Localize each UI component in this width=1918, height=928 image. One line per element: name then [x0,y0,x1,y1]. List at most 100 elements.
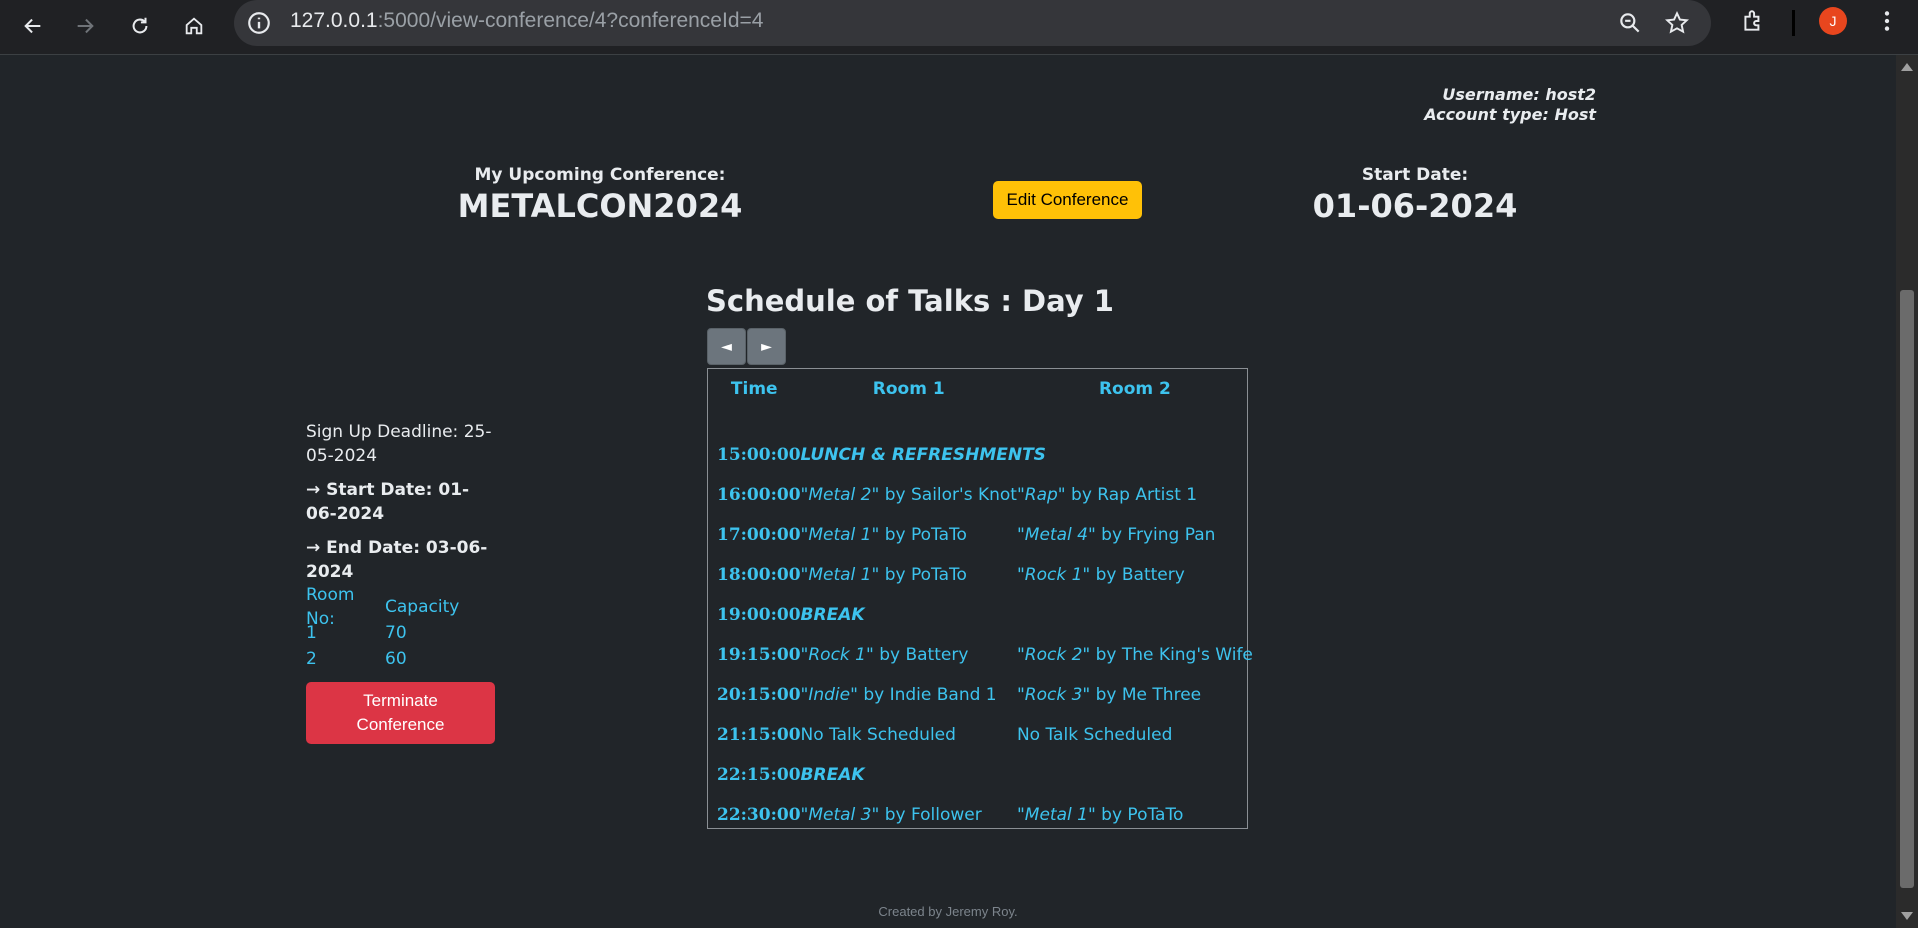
talk-title: "Rock 1" [1016,565,1091,585]
slot-time: 20:15:00 [717,685,801,705]
schedule-row: 21:15:00 No Talk Scheduled No Talk Schedul… [708,715,1253,755]
slot-time: 22:30:00 [717,805,801,825]
talk-artist: by PoTaTo [879,565,967,585]
slot-time: 22:15:00 [717,765,801,785]
header-room-1: Room 1 [872,379,945,399]
talk-title: "Indie" [800,685,858,705]
room-row: 2 60 [306,646,496,672]
browser-toolbar: 127.0.0.1:5000/view-conference/4?confere… [0,0,1918,55]
schedule-table: Time Room 1 Room 2 15:00:00 LUNCH & REFRE… [707,368,1253,829]
schedule-row: 22:15:00 BREAK [708,755,1253,795]
talk-artist: by Battery [873,645,969,665]
talk-room-1: "Metal 1" by PoTaTo [801,555,1017,595]
talk-artist: by PoTaTo [879,525,967,545]
talk-title: "Metal 4" [1016,525,1096,545]
footer-credit: Created by Jeremy Roy. [878,904,1018,919]
profile-avatar[interactable]: J [1819,7,1847,35]
talk-room-2: "Metal 1" by PoTaTo [1017,795,1253,835]
talk-title: "Metal 2" [800,485,880,505]
header-time: Time [730,379,778,399]
scrollbar-thumb[interactable] [1900,290,1914,888]
schedule-row: 18:00:00 "Metal 1" by PoTaTo "Rock 1" by B… [708,555,1253,595]
details-start-date: → Start Date: 01-06-2024 [306,480,470,524]
talk-artist: by Follower [879,805,982,825]
next-day-button[interactable]: ► [747,328,786,365]
url-text[interactable]: 127.0.0.1:5000/view-conference/4?confere… [290,9,763,33]
talk-artist: by Me Three [1090,685,1202,705]
talk-room-1: "Metal 3" by Follower [801,795,1017,835]
username-text: Username: host2 [1442,85,1596,104]
room-no: 2 [306,649,317,669]
conference-label: My Upcoming Conference: [474,165,726,185]
room-row: 1 70 [306,620,496,646]
scroll-up-icon[interactable] [1901,63,1913,71]
back-icon[interactable] [15,8,51,44]
talk-room-2: "Rock 3" by Me Three [1017,675,1253,715]
talk-room-2: "Rap" by Rap Artist 1 [1017,475,1253,515]
schedule-row: 22:30:00 "Metal 3" by Follower "Metal 1" b… [708,795,1253,835]
slot-time: 21:15:00 [717,725,801,745]
conference-name-block: My Upcoming Conference: METALCON2024 [440,165,760,225]
talk-artist: No Talk Scheduled [1016,725,1173,745]
schedule-row: 19:15:00 "Rock 1" by Battery "Rock 2" by T… [708,635,1253,675]
start-date-block: Start Date: 01-06-2024 [1255,165,1575,225]
address-bar[interactable]: 127.0.0.1:5000/view-conference/4?confere… [234,0,1711,46]
talk-title: "Rock 1" [800,645,874,665]
user-info: Username: host2 Account type: Host [1424,85,1596,125]
conference-name: METALCON2024 [457,187,743,225]
talk-artist: by Sailor's Knot [879,485,1017,505]
schedule-spacer [708,409,1253,435]
talk-room-1: "Indie" by Indie Band 1 [801,675,1017,715]
schedule-title: Schedule of Talks : Day 1 [706,284,1114,318]
site-info-icon[interactable] [246,10,272,36]
room-capacity: 60 [385,649,407,669]
account-type-text: Account type: Host [1424,105,1596,124]
schedule-row: 20:15:00 "Indie" by Indie Band 1 "Rock 3" … [708,675,1253,715]
signup-deadline: Sign Up Deadline: 25-05-2024 [306,422,492,466]
slot-special: BREAK [800,605,865,625]
toolbar-divider [1792,10,1795,36]
talk-title: "Metal 3" [800,805,880,825]
details-end-date: → End Date: 03-06-2024 [306,538,488,582]
rooms-header: Room No: Capacity [306,585,496,629]
slot-time: 19:15:00 [717,645,801,665]
zoom-icon[interactable] [1617,10,1643,36]
slot-time: 19:00:00 [717,605,801,625]
edit-conference-button[interactable]: Edit Conference [993,181,1142,219]
reload-icon[interactable] [122,8,158,44]
slot-time: 18:00:00 [717,565,801,585]
talk-room-1: "Metal 1" by PoTaTo [801,515,1017,555]
talk-artist: by The King's Wife [1090,645,1253,665]
forward-icon[interactable] [67,8,103,44]
slot-time: 17:00:00 [717,525,801,545]
start-date-value: 01-06-2024 [1312,187,1518,225]
header-room-2: Room 2 [1098,379,1171,399]
page-scrollbar[interactable] [1896,55,1918,928]
room-no: 1 [306,623,317,643]
conference-details: Sign Up Deadline: 25-05-2024 → Start Dat… [306,420,496,672]
slot-special: LUNCH & REFRESHMENTS [800,445,1046,465]
talk-artist: by Frying Pan [1095,525,1216,545]
menu-kebab-icon[interactable] [1874,8,1900,34]
bookmark-star-icon[interactable] [1664,10,1690,36]
slot-time: 15:00:00 [717,445,801,465]
home-icon[interactable] [176,8,212,44]
talk-artist: by Rap Artist 1 [1065,485,1198,505]
extensions-icon[interactable] [1740,8,1766,34]
talk-title: "Rap" [1016,485,1066,505]
rooms-table: Room No: Capacity 1 70 2 60 [306,585,496,672]
schedule-row: 19:00:00 BREAK [708,595,1253,635]
talk-title: "Rock 2" [1016,645,1091,665]
scroll-down-icon[interactable] [1901,912,1913,920]
terminate-conference-button[interactable]: Terminate Conference [306,682,495,744]
talk-title: "Metal 1" [800,525,880,545]
prev-day-button[interactable]: ◄ [707,328,746,365]
talk-room-2: "Metal 4" by Frying Pan [1017,515,1253,555]
talk-room-2: No Talk Scheduled [1017,715,1253,755]
talk-artist: by Indie Band 1 [857,685,997,705]
talk-room-1: No Talk Scheduled [801,715,1017,755]
room-capacity: 70 [385,623,407,643]
talk-artist: No Talk Scheduled [800,725,956,745]
talk-room-1: "Metal 2" by Sailor's Knot [801,475,1017,515]
schedule-row: 17:00:00 "Metal 1" by PoTaTo "Metal 4" by … [708,515,1253,555]
